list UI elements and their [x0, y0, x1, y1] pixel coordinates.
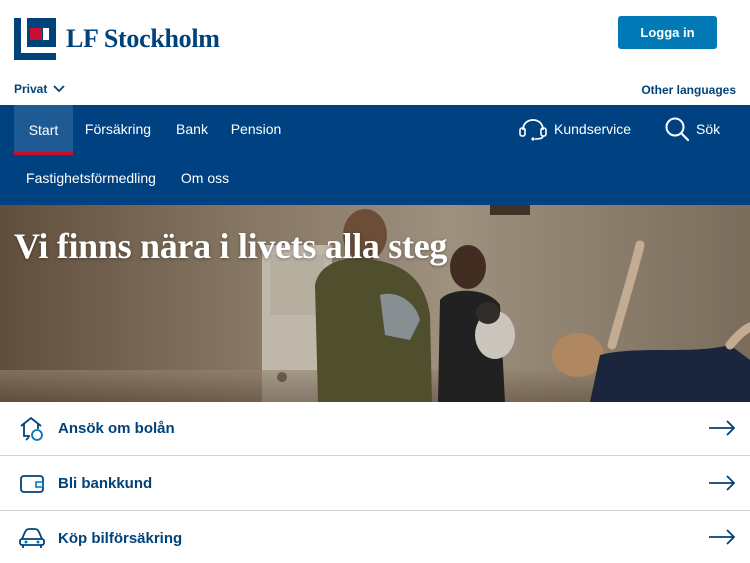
quick-link-label: Bli bankkund	[58, 475, 153, 492]
nav-item-start[interactable]: Start	[14, 105, 73, 155]
quick-link-become-customer[interactable]: Bli bankkund	[0, 457, 750, 511]
headset-icon	[519, 119, 547, 141]
hero-banner[interactable]: Vi finns nära i livets alla steg	[0, 205, 750, 402]
segment-label: Privat	[14, 82, 48, 96]
quick-link-label: Ansök om bolån	[58, 420, 175, 437]
quick-link-car-insurance[interactable]: Köp bilförsäkring	[0, 511, 750, 563]
search-icon	[665, 117, 690, 142]
site-header: LF Stockholm Logga in Privat Other langu…	[0, 0, 750, 105]
nav-item-label: Om oss	[180, 170, 230, 186]
brand-logo[interactable]: LF Stockholm	[14, 18, 220, 60]
search-label: Sök	[696, 121, 721, 137]
nav-item-label: Försäkring	[84, 121, 152, 137]
arrow-right-icon	[709, 475, 736, 491]
segment-selector[interactable]: Privat	[14, 82, 65, 96]
arrow-right-icon	[709, 529, 736, 545]
hero-title: Vi finns nära i livets alla steg	[14, 226, 448, 266]
nav-item-label: Pension	[230, 121, 282, 137]
nav-item-label: Bank	[176, 121, 208, 137]
other-languages-link[interactable]: Other languages	[641, 83, 736, 97]
customer-service-label: Kundservice	[554, 121, 632, 137]
house-loan-icon	[20, 416, 43, 441]
lf-logo-icon	[14, 18, 56, 60]
chevron-down-icon	[53, 85, 65, 93]
quick-link-mortgage[interactable]: Ansök om bolån	[0, 402, 750, 456]
nav-item-fastighetsformedling[interactable]: Fastighetsförmedling	[20, 155, 162, 201]
login-button[interactable]: Logga in	[618, 16, 717, 49]
nav-item-bank[interactable]: Bank	[168, 105, 216, 153]
nav-item-label: Fastighetsförmedling	[26, 170, 156, 186]
nav-item-forsakring[interactable]: Försäkring	[76, 105, 160, 153]
quick-link-label: Köp bilförsäkring	[58, 529, 183, 547]
brand-name: LF Stockholm	[66, 24, 220, 53]
arrow-right-icon	[709, 420, 736, 436]
wallet-icon	[20, 475, 44, 493]
customer-service-link[interactable]: Kundservice	[518, 105, 631, 153]
search-link[interactable]: Sök	[664, 105, 720, 153]
nav-item-pension[interactable]: Pension	[224, 105, 288, 153]
nav-item-om-oss[interactable]: Om oss	[176, 155, 234, 201]
nav-item-label: Start	[28, 122, 59, 138]
car-icon	[19, 528, 45, 548]
